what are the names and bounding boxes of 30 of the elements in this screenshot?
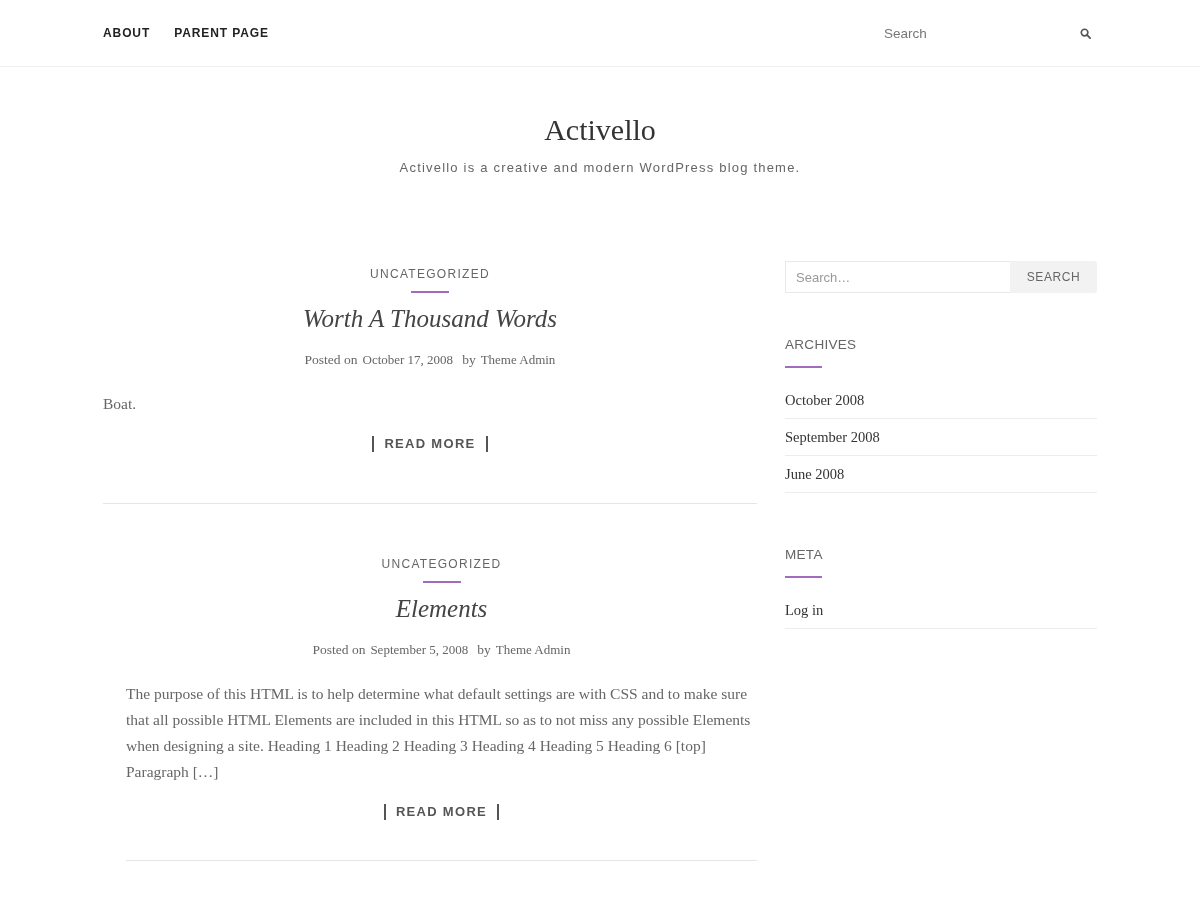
widget-heading: ARCHIVES	[785, 337, 857, 353]
post-excerpt: The purpose of this HTML is to help determine what default settings are with CSS and to make sure that all possible HTML Elements are included in this HTML so as to not miss any possible Elements when designing a site. Heading 1 Heading 2 Heading 3 Heading 4 Heading 5 Heading 6 [top] Paragraph […]	[126, 684, 752, 782]
by-label: by	[462, 351, 476, 369]
sidebar-link[interactable]: October 2008	[785, 392, 865, 408]
site-title[interactable]: Activello	[544, 113, 656, 147]
read-more-link[interactable]: READ MORE	[372, 436, 488, 452]
category-link[interactable]: UNCATEGORIZED	[381, 557, 502, 571]
posted-on-label: Posted on	[304, 351, 358, 369]
author-link[interactable]: Theme Admin	[480, 351, 556, 369]
post-title[interactable]: Elements	[395, 593, 488, 625]
search-button[interactable]: SEARCH	[1010, 261, 1097, 293]
post-date-link[interactable]: September 5, 2008	[370, 641, 469, 659]
category-link[interactable]: UNCATEGORIZED	[370, 267, 490, 281]
sidebar-link[interactable]: June 2008	[785, 466, 845, 482]
author-link[interactable]: Theme Admin	[495, 641, 571, 659]
site-tagline: Activello is a creative and modern WordPress blog theme.	[399, 159, 801, 177]
nav-link[interactable]: PARENT PAGE	[174, 25, 269, 41]
search-field[interactable]: Search…	[785, 261, 1010, 293]
sidebar-link[interactable]: September 2008	[785, 429, 880, 445]
read-more-link[interactable]: READ MORE	[383, 804, 500, 820]
widget-heading: META	[785, 547, 823, 563]
search-icon[interactable]	[1080, 27, 1091, 39]
post-title[interactable]: Worth A Thousand Words	[303, 303, 557, 335]
posted-on-label: Posted on	[312, 641, 366, 659]
sidebar-link[interactable]: Log in	[785, 602, 824, 618]
post-excerpt: Boat.	[103, 394, 137, 414]
nav-link[interactable]: ABOUT	[103, 25, 151, 41]
by-label: by	[477, 641, 491, 659]
post-date-link[interactable]: October 17, 2008	[362, 351, 454, 369]
search-field[interactable]: Search	[884, 23, 1080, 43]
